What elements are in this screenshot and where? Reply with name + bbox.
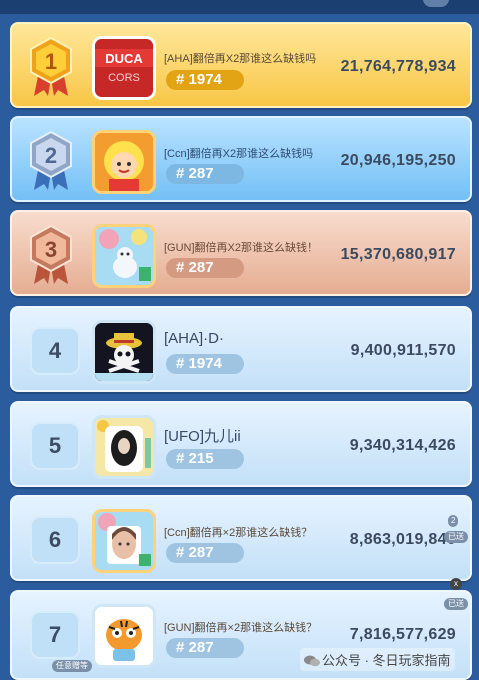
rank-number: 4: [30, 327, 80, 375]
close-icon[interactable]: x: [450, 578, 462, 590]
leaderboard-row-3[interactable]: 3 [GUN]翻倍再X2那谁这么缺钱！ # 287 15,370,680,917: [10, 210, 472, 296]
score: 7,816,577,629: [349, 626, 456, 643]
wechat-icon: [304, 655, 320, 667]
avatar[interactable]: [92, 509, 156, 573]
medal-gold-icon: 1: [30, 36, 72, 96]
medal-bronze-icon: 3: [30, 224, 72, 284]
watermark: 公众号 · 冬日玩家指南: [300, 648, 455, 671]
avatar-image: [95, 227, 153, 285]
avatar[interactable]: DUCA CORS: [92, 36, 156, 100]
leaderboard-row-1[interactable]: 1 DUCA CORS [AHA]翻倍再X2那谁这么缺钱吗 # 1974 21,…: [10, 22, 472, 108]
leaderboard-row-6[interactable]: 6 [Ccn]翻倍再×2那谁这么缺钱？ # 287 8,863,019,840 …: [10, 495, 472, 581]
score: 15,370,680,917: [340, 246, 456, 263]
sent-badge: 已送: [444, 598, 468, 610]
gift-badge: 任意赠等: [52, 660, 92, 672]
rank-number: 2: [45, 143, 57, 168]
score: 8,863,019,840: [349, 531, 456, 548]
player-name: [AHA]翻倍再X2那谁这么缺钱吗: [164, 53, 317, 65]
leaderboard-row-2[interactable]: 2 [Ccn]翻倍再X2那谁这么缺钱吗 # 287 20,946,195,250: [10, 116, 472, 202]
top-bar: [0, 0, 479, 14]
avatar[interactable]: [92, 415, 156, 479]
watermark-text: 公众号 · 冬日玩家指南: [322, 653, 451, 668]
rank-number: 7: [30, 611, 80, 659]
server-tag: # 215: [166, 449, 244, 469]
player-name: [AHA]·D·: [164, 330, 224, 347]
avatar-image: [95, 418, 153, 476]
server-tag: # 287: [166, 164, 244, 184]
rank-number: 3: [45, 237, 57, 262]
avatar[interactable]: [92, 604, 156, 668]
avatar-text-line2: CORS: [108, 72, 140, 84]
avatar[interactable]: [92, 320, 156, 384]
score: 21,764,778,934: [340, 58, 456, 75]
score: 9,340,314,426: [349, 437, 456, 454]
avatar[interactable]: [92, 224, 156, 288]
server-tag: # 1974: [166, 70, 244, 90]
server-tag: # 287: [166, 543, 244, 563]
score: 20,946,195,250: [340, 152, 456, 169]
player-name: [Ccn]翻倍再×2那谁这么缺钱？: [164, 527, 313, 539]
server-tag: # 287: [166, 638, 244, 658]
rank-number: 1: [45, 49, 57, 74]
avatar-image: [95, 607, 153, 665]
player-name: [UFO]九儿ii: [164, 428, 241, 445]
avatar-text-line1: DUCA: [105, 51, 143, 66]
count-badge: 2: [448, 515, 459, 527]
leaderboard-row-4[interactable]: 4 [AHA]·D· # 1974 9,400,911,570: [10, 306, 472, 392]
player-name: [GUN]翻倍再×2那谁这么缺钱？: [164, 622, 318, 634]
rank-number: 6: [30, 516, 80, 564]
avatar-image: [95, 133, 153, 191]
avatar-image: [95, 323, 153, 381]
avatar-image: [95, 512, 153, 570]
top-bar-handle: [423, 0, 449, 7]
player-name: [Ccn]翻倍再X2那谁这么缺钱吗: [164, 148, 314, 160]
server-tag: # 1974: [166, 354, 244, 374]
medal-silver-icon: 2: [30, 130, 72, 190]
sent-badge: 已送: [444, 531, 468, 543]
player-name: [GUN]翻倍再X2那谁这么缺钱！: [164, 242, 319, 254]
leaderboard-row-5[interactable]: 5 [UFO]九儿ii # 215 9,340,314,426: [10, 401, 472, 487]
rank-number: 5: [30, 422, 80, 470]
avatar-image: DUCA CORS: [95, 39, 153, 97]
score: 9,400,911,570: [350, 342, 456, 359]
avatar[interactable]: [92, 130, 156, 194]
server-tag: # 287: [166, 258, 244, 278]
